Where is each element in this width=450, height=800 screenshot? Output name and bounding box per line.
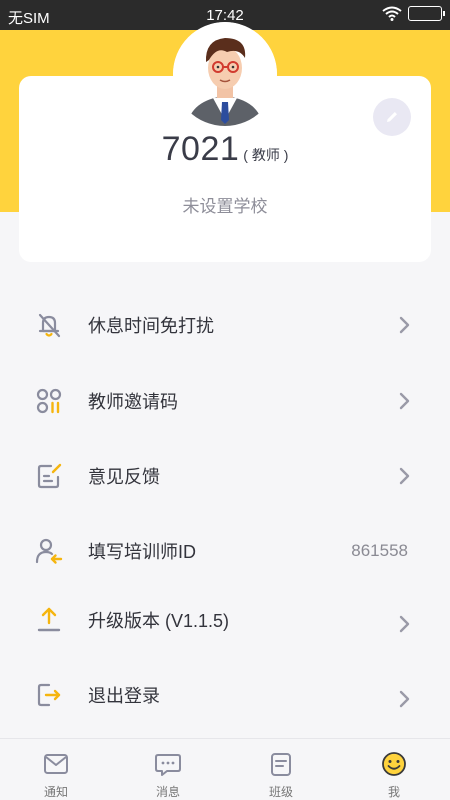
tab-messages[interactable]: 消息 xyxy=(112,739,224,800)
teacher-avatar-icon xyxy=(173,22,277,126)
tab-label: 消息 xyxy=(155,785,180,799)
logout-icon xyxy=(37,683,61,707)
menu-item-logout[interactable]: 退出登录 xyxy=(0,660,450,730)
wifi-icon xyxy=(382,6,402,21)
chevron-right-icon xyxy=(399,467,410,485)
upload-icon xyxy=(37,607,61,632)
menu-item-label: 退出登录 xyxy=(88,686,160,706)
user-name: 7021 xyxy=(161,130,240,168)
bell-off-icon xyxy=(38,313,61,338)
avatar[interactable] xyxy=(173,22,277,126)
bottom-tab-bar: 通知 消息 班级 我 xyxy=(0,738,450,800)
pencil-icon xyxy=(387,112,397,122)
chevron-right-icon xyxy=(399,615,410,633)
menu-item-feedback[interactable]: 意见反馈 xyxy=(0,441,450,511)
school-label[interactable]: 未设置学校 xyxy=(19,192,431,217)
menu-item-label: 教师邀请码 xyxy=(88,392,178,412)
feedback-edit-icon xyxy=(37,463,62,489)
tab-notifications[interactable]: 通知 xyxy=(0,739,112,800)
tab-classes[interactable]: 班级 xyxy=(225,739,337,800)
menu-item-trainer-id[interactable]: 填写培训师ID 861558 xyxy=(0,516,450,586)
smiley-icon xyxy=(382,752,406,776)
name-line: 7021( 教师 ) xyxy=(19,130,431,169)
user-role: ( 教师 ) xyxy=(243,147,289,163)
menu-item-do-not-disturb[interactable]: 休息时间免打扰 xyxy=(0,290,450,360)
menu-item-invite-code[interactable]: 教师邀请码 xyxy=(0,366,450,436)
chevron-right-icon xyxy=(399,690,410,708)
tab-label: 我 xyxy=(387,785,400,799)
chevron-right-icon xyxy=(399,316,410,334)
battery-icon xyxy=(408,6,445,21)
tab-label: 班级 xyxy=(268,785,293,799)
user-arrow-icon xyxy=(35,538,63,564)
mail-icon xyxy=(44,754,68,774)
tab-label: 通知 xyxy=(43,785,68,799)
menu-item-label: 升级版本 (V1.1.5) xyxy=(88,611,230,631)
menu-item-label: 意见反馈 xyxy=(88,467,160,487)
class-doc-icon xyxy=(271,753,291,776)
menu-item-upgrade-version[interactable]: 升级版本 (V1.1.5) xyxy=(0,585,450,655)
chevron-right-icon xyxy=(399,392,410,410)
trainer-id-value: 861558 xyxy=(351,541,408,560)
menu-item-label: 休息时间免打扰 xyxy=(88,316,214,336)
menu-item-label: 填写培训师ID xyxy=(88,542,196,562)
status-icons xyxy=(382,6,445,21)
grid-dots-icon xyxy=(36,388,62,414)
chat-icon xyxy=(155,754,181,776)
tab-me[interactable]: 我 xyxy=(338,739,450,800)
